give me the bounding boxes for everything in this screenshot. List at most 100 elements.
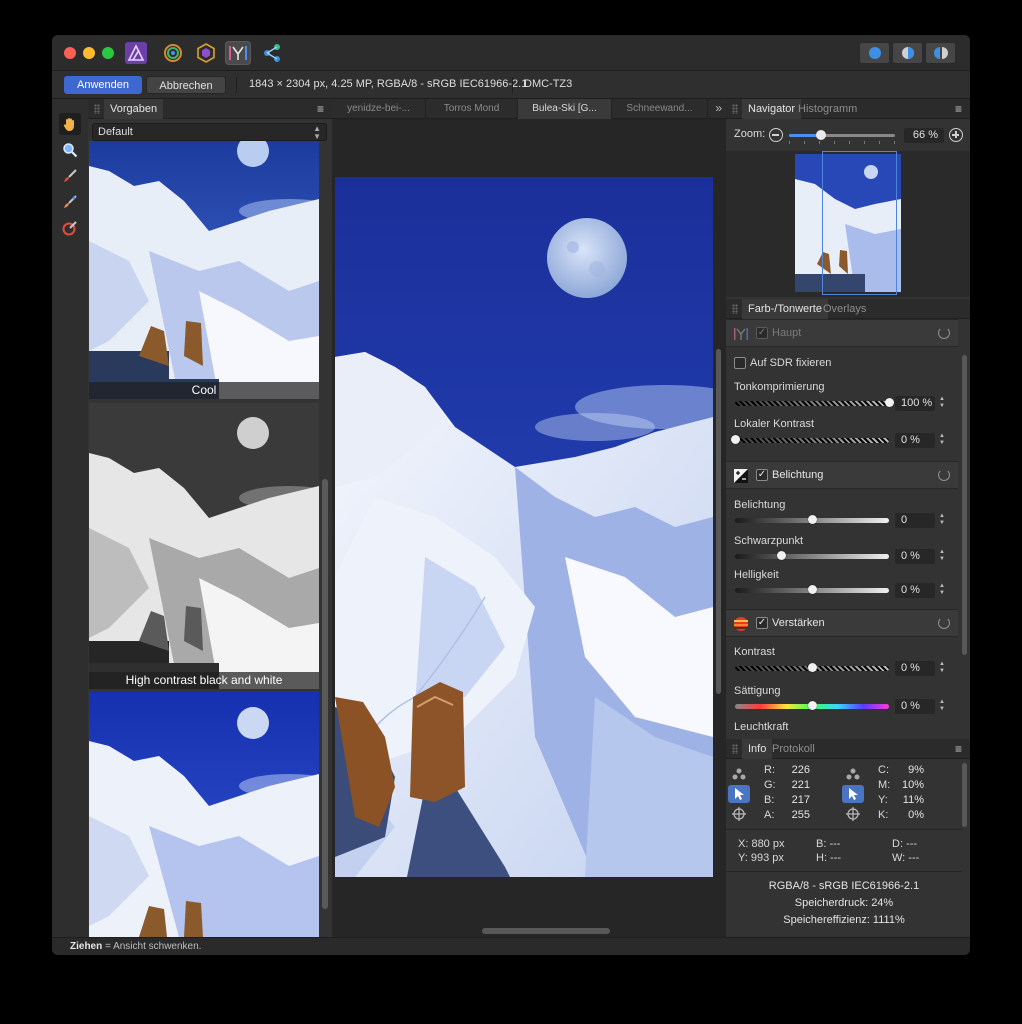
presets-scrollbar[interactable] bbox=[322, 479, 328, 909]
document-tab[interactable]: Torros Mond bbox=[426, 99, 518, 119]
view-tool-hand-icon[interactable] bbox=[59, 113, 81, 135]
stepper-icon[interactable]: ▲ ▼ bbox=[938, 513, 946, 527]
tone-mapping-persona-icon[interactable] bbox=[225, 41, 251, 65]
zoom-slider-knob[interactable] bbox=[815, 130, 826, 140]
tone-compression-slider[interactable] bbox=[735, 398, 894, 407]
split-view-icon[interactable] bbox=[892, 42, 923, 64]
cancel-button[interactable]: Abbrechen bbox=[146, 76, 226, 94]
stepper-icon[interactable]: ▲ ▼ bbox=[938, 699, 946, 713]
color-source-icon[interactable] bbox=[728, 765, 750, 783]
tone-compression-value[interactable]: 100 % bbox=[895, 396, 935, 411]
panel-grip-icon[interactable] bbox=[732, 104, 738, 114]
slider-knob[interactable] bbox=[885, 398, 894, 407]
reset-icon[interactable] bbox=[938, 617, 950, 629]
pointer-mode-icon[interactable] bbox=[728, 785, 750, 803]
crosshair-icon[interactable] bbox=[728, 805, 750, 823]
zoom-out-icon[interactable] bbox=[769, 128, 783, 142]
preset-thumbnail[interactable]: Cool bbox=[89, 141, 319, 399]
tab-presets[interactable]: Vorgaben bbox=[104, 99, 164, 119]
local-contrast-value[interactable]: 0 % bbox=[895, 433, 935, 448]
document-tab[interactable]: Schneewand... bbox=[612, 99, 708, 119]
brightness-slider[interactable] bbox=[735, 585, 889, 594]
color-source-icon[interactable] bbox=[842, 765, 864, 783]
apply-button[interactable]: Anwenden bbox=[64, 76, 142, 94]
slider-knob[interactable] bbox=[777, 551, 787, 560]
divider bbox=[726, 829, 962, 830]
crosshair-icon[interactable] bbox=[842, 805, 864, 823]
export-persona-icon[interactable] bbox=[259, 41, 285, 65]
canvas-vertical-scrollbar[interactable] bbox=[716, 349, 721, 694]
main-group-header[interactable]: ✓ Haupt bbox=[726, 319, 958, 347]
reset-icon[interactable] bbox=[938, 469, 950, 481]
zoom-in-icon[interactable] bbox=[949, 128, 963, 142]
mask-brush-tool-icon[interactable] bbox=[59, 217, 81, 239]
black-point-value[interactable]: 0 % bbox=[895, 549, 935, 564]
stepper-icon[interactable]: ▲ ▼ bbox=[938, 396, 946, 410]
exposure-slider[interactable] bbox=[735, 515, 889, 524]
reset-icon[interactable] bbox=[938, 327, 950, 339]
navigator-view-rect[interactable] bbox=[822, 151, 897, 295]
contrast-slider[interactable] bbox=[735, 663, 889, 672]
close-window-button[interactable] bbox=[64, 47, 76, 59]
saturation-value[interactable]: 0 % bbox=[895, 699, 935, 714]
contrast-value[interactable]: 0 % bbox=[895, 661, 935, 676]
slider-knob[interactable] bbox=[808, 701, 817, 710]
tab-history[interactable]: Protokoll bbox=[766, 739, 821, 759]
panel-menu-icon[interactable]: ≡ bbox=[955, 102, 962, 116]
zoom-tool-magnifier-icon[interactable] bbox=[59, 139, 81, 161]
local-contrast-slider[interactable] bbox=[731, 435, 889, 444]
tab-histogram[interactable]: Histogramm bbox=[792, 99, 863, 119]
slider-knob[interactable] bbox=[808, 515, 817, 524]
enhance-group-header[interactable]: ✓ Verstärken bbox=[726, 609, 958, 637]
paint-brush-tool-icon[interactable] bbox=[59, 165, 81, 187]
slider-knob[interactable] bbox=[731, 435, 740, 444]
tone-panel-tabs: Farb-/Tonwerte Overlays bbox=[726, 299, 970, 319]
liquify-persona-icon[interactable] bbox=[160, 41, 186, 65]
panel-menu-icon[interactable]: ≡ bbox=[317, 102, 324, 116]
document-tab-active[interactable]: Bulea-Ski [G... bbox=[518, 99, 612, 119]
pointer-mode-icon[interactable] bbox=[842, 785, 864, 803]
slider-knob[interactable] bbox=[808, 663, 817, 672]
erase-brush-tool-icon[interactable] bbox=[59, 191, 81, 213]
develop-persona-icon[interactable] bbox=[193, 41, 219, 65]
sdr-checkbox[interactable] bbox=[734, 357, 746, 369]
preset-thumbnail[interactable]: High contrast black and white bbox=[89, 403, 319, 689]
info-panel-scrollbar[interactable] bbox=[962, 763, 967, 827]
exposure-group-checkbox[interactable]: ✓ bbox=[756, 469, 768, 481]
black-point-slider[interactable] bbox=[735, 551, 889, 560]
exposure-group-header[interactable]: ✓ Belichtung bbox=[726, 461, 958, 489]
preset-category-select[interactable]: Default ▲ ▼ bbox=[92, 123, 327, 141]
brightness-value[interactable]: 0 % bbox=[895, 583, 935, 598]
tone-panel-scrollbar[interactable] bbox=[962, 355, 967, 655]
slider-knob[interactable] bbox=[808, 585, 817, 594]
single-view-icon[interactable] bbox=[859, 42, 890, 64]
stepper-icon[interactable]: ▲ ▼ bbox=[938, 433, 946, 447]
saturation-slider[interactable] bbox=[735, 701, 889, 710]
stepper-icon[interactable]: ▲ ▼ bbox=[938, 583, 946, 597]
zoom-window-button[interactable] bbox=[102, 47, 114, 59]
title-toolbar bbox=[52, 35, 970, 71]
panel-grip-icon[interactable] bbox=[94, 104, 100, 114]
info-r-label: R: bbox=[764, 764, 775, 776]
main-group-checkbox[interactable]: ✓ bbox=[756, 327, 768, 339]
tab-tone[interactable]: Farb-/Tonwerte bbox=[742, 299, 828, 319]
stepper-icon[interactable]: ▲ ▼ bbox=[938, 549, 946, 563]
stepper-icon[interactable]: ▲ ▼ bbox=[938, 661, 946, 675]
mirror-view-icon[interactable] bbox=[925, 42, 956, 64]
minimize-window-button[interactable] bbox=[83, 47, 95, 59]
panel-menu-icon[interactable]: ≡ bbox=[955, 742, 962, 756]
tab-overlays[interactable]: Overlays bbox=[817, 299, 872, 319]
preset-thumbnail[interactable] bbox=[89, 691, 319, 937]
more-tabs-chevron-icon[interactable]: » bbox=[715, 101, 722, 115]
zoom-value[interactable]: 66 % bbox=[904, 128, 944, 143]
document-canvas[interactable] bbox=[335, 177, 713, 877]
exposure-value[interactable]: 0 bbox=[895, 513, 935, 528]
panel-grip-icon[interactable] bbox=[732, 744, 738, 754]
enhance-group-checkbox[interactable]: ✓ bbox=[756, 617, 768, 629]
photo-persona-icon[interactable] bbox=[123, 41, 149, 65]
document-tab[interactable]: yenidze-bei-... bbox=[332, 99, 426, 119]
zoom-slider[interactable] bbox=[789, 130, 895, 140]
navigator-preview[interactable] bbox=[726, 151, 970, 297]
canvas-horizontal-scrollbar[interactable] bbox=[482, 928, 610, 934]
panel-grip-icon[interactable] bbox=[732, 304, 738, 314]
